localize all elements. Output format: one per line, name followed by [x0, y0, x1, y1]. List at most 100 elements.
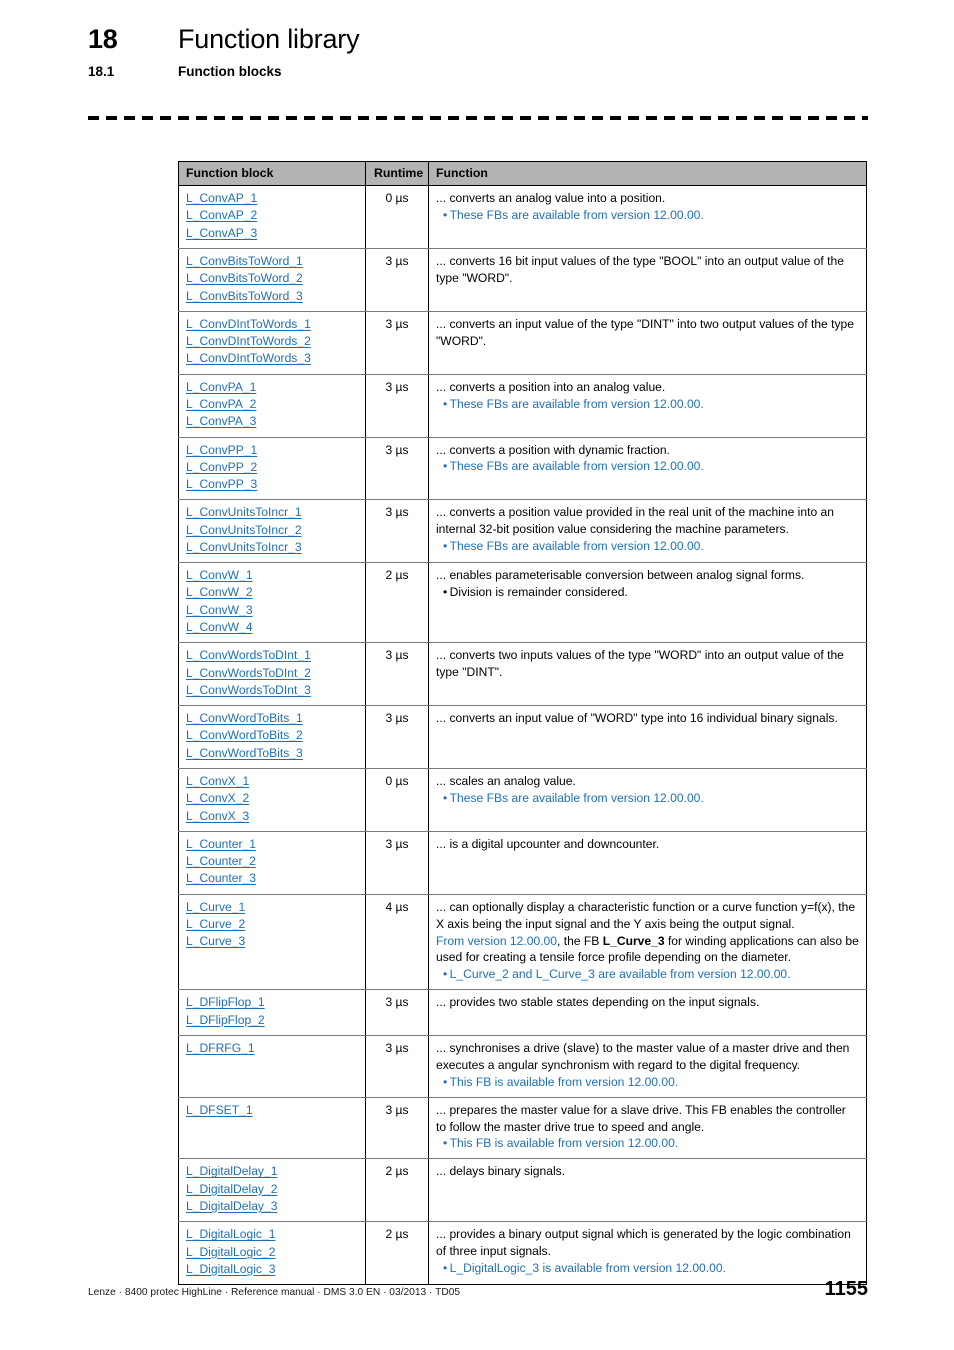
function-block-link[interactable]: L_ConvWordToBits_1 — [186, 710, 358, 727]
function-block-link[interactable]: L_ConvWordsToDInt_3 — [186, 682, 358, 699]
cell-runtime: 0 µs — [365, 185, 429, 249]
function-block-link[interactable]: L_ConvUnitsToIncr_1 — [186, 504, 358, 521]
function-description-text: ... converts a position into an analog v… — [436, 379, 666, 394]
cell-function-blocks: L_ConvPP_1 L_ConvPP_2 L_ConvPP_3 — [178, 437, 366, 501]
bullet-icon: • — [443, 585, 450, 600]
table-row: L_ConvPA_1 L_ConvPA_2 L_ConvPA_3 3 µs ... co… — [178, 374, 867, 438]
function-block-link[interactable]: L_ConvAP_2 — [186, 207, 358, 224]
column-header-function: Function — [428, 160, 867, 187]
cell-function-blocks: L_Counter_1 L_Counter_2 L_Counter_3 — [178, 831, 366, 895]
function-block-link[interactable]: L_DigitalLogic_3 — [186, 1261, 358, 1278]
function-block-link[interactable]: L_ConvBitsToWord_1 — [186, 253, 358, 270]
cell-runtime: 3 µs — [365, 374, 429, 438]
function-description-text: ... provides two stable states depending… — [436, 995, 760, 1010]
cell-runtime: 3 µs — [365, 248, 429, 312]
cell-function-blocks: L_DFlipFlop_1 L_DFlipFlop_2 — [178, 989, 366, 1036]
function-block-link[interactable]: L_Counter_1 — [186, 836, 358, 853]
table-body: L_ConvAP_1 L_ConvAP_2 L_ConvAP_3 0 µs... co… — [178, 185, 867, 1286]
cell-function-blocks: L_DigitalLogic_1 L_DigitalLogic_2 L_Digita… — [178, 1221, 366, 1286]
function-block-link[interactable]: L_Curve_1 — [186, 899, 358, 916]
function-block-link[interactable]: L_ConvPA_1 — [186, 379, 358, 396]
table-row: L_ConvWordsToDInt_1 L_ConvWordsToDInt_2 L_… — [178, 642, 867, 707]
function-block-link[interactable]: L_ConvAP_1 — [186, 190, 358, 207]
function-block-link[interactable]: L_ConvDIntToWords_2 — [186, 333, 358, 350]
function-block-link[interactable]: L_ConvWordsToDInt_2 — [186, 665, 358, 682]
function-note-text: These FBs are available from version 12.… — [449, 208, 704, 223]
function-block-link[interactable]: L_DFRFG_1 — [186, 1040, 358, 1057]
function-block-link[interactable]: L_ConvW_1 — [186, 567, 358, 584]
function-note-bullet: • These FBs are available from version 1… — [443, 396, 859, 413]
cell-function-description: ... converts 16 bit input values of the … — [428, 248, 867, 312]
function-description-text: ... converts an input value of the type … — [436, 316, 854, 348]
description-connector-text: , the FB — [557, 933, 603, 948]
function-description-text: ... converts a position with dynamic fra… — [436, 442, 670, 457]
function-block-link[interactable]: L_ConvX_2 — [186, 790, 358, 807]
function-block-link[interactable]: L_Counter_3 — [186, 870, 358, 887]
cell-runtime: 2 µs — [365, 1158, 429, 1223]
function-note-bullet: • These FBs are available from version 1… — [443, 790, 859, 807]
function-block-link[interactable]: L_ConvUnitsToIncr_3 — [186, 539, 358, 556]
function-note-bullet: • This FB is available from version 12.0… — [443, 1074, 859, 1091]
cell-runtime: 2 µs — [365, 562, 429, 644]
cell-function-description: ... converts two inputs values of the ty… — [428, 642, 867, 707]
cell-runtime: 3 µs — [365, 642, 429, 707]
function-block-link[interactable]: L_DFlipFlop_1 — [186, 994, 358, 1011]
bullet-icon: • — [443, 1074, 450, 1089]
table-row: L_DigitalLogic_1 L_DigitalLogic_2 L_Digita… — [178, 1221, 867, 1286]
function-block-link[interactable]: L_ConvWordsToDInt_1 — [186, 647, 358, 664]
function-block-name-emphasis: L_Curve_3 — [602, 933, 665, 948]
table-row: L_Counter_1 L_Counter_2 L_Counter_3 3 µs...… — [178, 831, 867, 895]
function-block-link[interactable]: L_Curve_3 — [186, 933, 358, 950]
function-block-link[interactable]: L_ConvPP_1 — [186, 442, 358, 459]
cell-function-description: ... converts a position with dynamic fra… — [428, 437, 867, 501]
function-block-link[interactable]: L_ConvBitsToWord_2 — [186, 270, 358, 287]
function-block-link[interactable]: L_ConvPP_2 — [186, 459, 358, 476]
table-row: L_DFSET_1 3 µs... prepares the master val… — [178, 1097, 867, 1160]
version-availability-text: From version 12.00.00 — [436, 933, 557, 948]
function-block-link[interactable]: L_ConvDIntToWords_3 — [186, 350, 358, 367]
function-block-link[interactable]: L_ConvPP_3 — [186, 476, 358, 493]
chapter-title: Function library — [178, 24, 360, 54]
cell-runtime: 4 µs — [365, 894, 429, 991]
function-note-bullet: • This FB is available from version 12.0… — [443, 1135, 859, 1152]
function-block-link[interactable]: L_ConvW_4 — [186, 619, 358, 636]
function-description-text: ... converts 16 bit input values of the … — [436, 253, 844, 285]
function-block-link[interactable]: L_ConvPA_2 — [186, 396, 358, 413]
function-block-link[interactable]: L_ConvUnitsToIncr_2 — [186, 522, 358, 539]
function-block-link[interactable]: L_DigitalDelay_3 — [186, 1198, 358, 1215]
function-block-link[interactable]: L_Curve_2 — [186, 916, 358, 933]
table-row: L_DFlipFlop_1 L_DFlipFlop_2 3 µs... provid… — [178, 989, 867, 1036]
function-note-bullet: • Division is remainder considered. — [443, 584, 859, 601]
cell-function-blocks: L_ConvW_1 L_ConvW_2 L_ConvW_3 L_ConvW_4 — [178, 562, 366, 644]
function-block-link[interactable]: L_DFlipFlop_2 — [186, 1012, 358, 1029]
function-block-link[interactable]: L_ConvW_2 — [186, 584, 358, 601]
function-block-link[interactable]: L_Counter_2 — [186, 853, 358, 870]
cell-runtime: 3 µs — [365, 705, 429, 770]
function-block-link[interactable]: L_DFSET_1 — [186, 1102, 358, 1119]
function-note-text: These FBs are available from version 12.… — [449, 459, 704, 474]
table-row: L_ConvWordToBits_1 L_ConvWordToBits_2 L_Co… — [178, 705, 867, 770]
function-block-link[interactable]: L_ConvWordToBits_3 — [186, 745, 358, 762]
function-description-text: ... converts an input value of "WORD" ty… — [436, 711, 838, 726]
cell-function-description: ... converts an input value of the type … — [428, 311, 867, 375]
bullet-icon: • — [443, 967, 450, 982]
function-block-table: Function block Runtime Function L_ConvAP… — [178, 160, 867, 1286]
function-block-link[interactable]: L_ConvW_3 — [186, 602, 358, 619]
function-block-link[interactable]: L_ConvBitsToWord_3 — [186, 288, 358, 305]
function-block-link[interactable]: L_DigitalLogic_2 — [186, 1244, 358, 1261]
function-block-link[interactable]: L_ConvDIntToWords_1 — [186, 316, 358, 333]
function-note-bullet: • These FBs are available from version 1… — [443, 458, 859, 475]
bullet-icon: • — [443, 1261, 450, 1276]
function-description-text: ... converts a position value provided i… — [436, 505, 834, 537]
cell-runtime: 3 µs — [365, 831, 429, 895]
cell-function-description: ... can optionally display a characteris… — [428, 894, 867, 991]
function-block-link[interactable]: L_ConvPA_3 — [186, 413, 358, 430]
function-block-link[interactable]: L_ConvWordToBits_2 — [186, 727, 358, 744]
function-block-link[interactable]: L_DigitalDelay_1 — [186, 1163, 358, 1180]
cell-function-blocks: L_ConvBitsToWord_1 L_ConvBitsToWord_2 L_Co… — [178, 248, 366, 312]
function-block-link[interactable]: L_DigitalLogic_1 — [186, 1226, 358, 1243]
function-block-link[interactable]: L_DigitalDelay_2 — [186, 1181, 358, 1198]
function-block-link[interactable]: L_ConvAP_3 — [186, 225, 358, 242]
function-block-link[interactable]: L_ConvX_3 — [186, 808, 358, 825]
function-block-link[interactable]: L_ConvX_1 — [186, 773, 358, 790]
